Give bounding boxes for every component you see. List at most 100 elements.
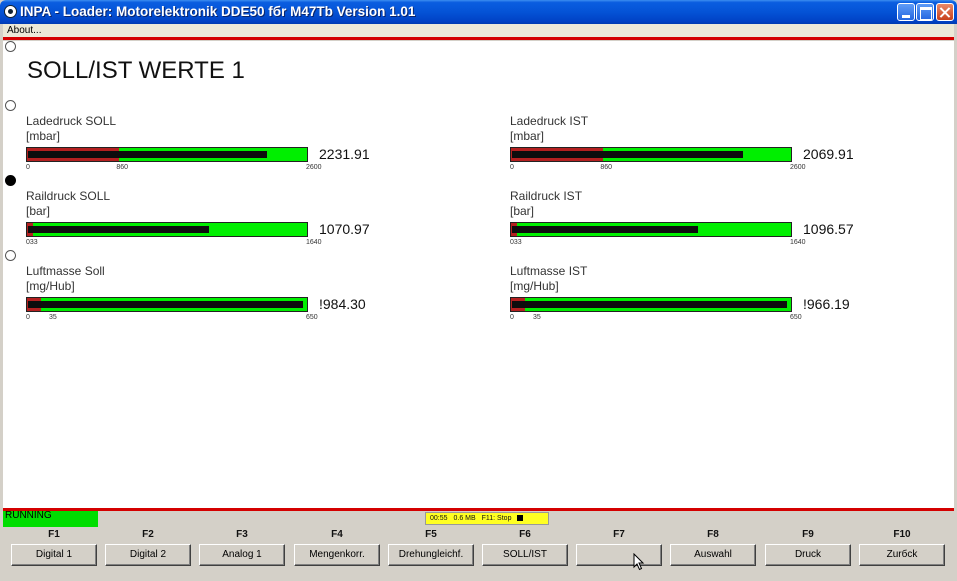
f3-button[interactable]: Analog 1 — [199, 544, 285, 566]
window-title: INPA - Loader: Motorelektronik DDE50 fбr… — [20, 4, 416, 19]
gauge-tick-max: 2600 — [306, 164, 322, 171]
title-bar: INPA - Loader: Motorelektronik DDE50 fбr… — [0, 0, 957, 24]
gauge-bar — [510, 222, 792, 237]
gauge-bar — [510, 147, 792, 162]
f10-button[interactable]: Zurбck — [859, 544, 945, 566]
gauge-fill — [512, 151, 743, 158]
gauge-value: 2069.91 — [803, 146, 854, 162]
gauge-value: 2231.91 — [319, 146, 370, 162]
gauge-fill — [28, 226, 209, 233]
f4-button[interactable]: Mengenkorr. — [294, 544, 380, 566]
fkey-f4: F4 Mengenkorr. — [294, 527, 380, 571]
screen-radio-4[interactable] — [5, 250, 16, 261]
gauge-tick-max: 650 — [790, 314, 802, 321]
f2-button[interactable]: Digital 2 — [105, 544, 191, 566]
fkey-label: F8 — [707, 529, 719, 540]
gauge-fill — [512, 301, 787, 308]
f5-button[interactable]: Drehungleichf. — [388, 544, 474, 566]
gauge-bar — [26, 147, 308, 162]
fkey-f2: F2 Digital 2 — [105, 527, 191, 571]
gauge-label: Ladedruck SOLL — [26, 114, 117, 128]
gauge-tick-mid: 35 — [533, 314, 541, 321]
gauge-tick-min: 033 — [26, 239, 38, 246]
fkey-f6: F6 SOLL/IST — [482, 527, 568, 571]
status-bar: RUNNING 00:55 0.6 MB F11: Stop — [3, 511, 954, 527]
gauge-tick-max: 1640 — [306, 239, 322, 246]
minimize-button[interactable] — [897, 3, 915, 21]
gauge-raildruck-soll: Raildruck SOLL [bar] 1070.97 033 1640 — [26, 189, 386, 251]
status-info-box: 00:55 0.6 MB F11: Stop — [425, 512, 549, 525]
gauge-tick-min: 0 — [26, 314, 30, 321]
gauge-fill — [28, 151, 267, 158]
f8-button[interactable]: Auswahl — [670, 544, 756, 566]
gauge-unit: [bar] — [510, 204, 535, 218]
gauge-value: 1070.97 — [319, 221, 370, 237]
gauge-label: Ladedruck IST — [510, 114, 589, 128]
gauge-tick-mid: 860 — [600, 164, 613, 171]
gauge-fill — [512, 226, 698, 233]
gauge-tick-min: 033 — [510, 239, 522, 246]
gauge-tick-mid: 860 — [116, 164, 129, 171]
fkey-f1: F1 Digital 1 — [11, 527, 97, 571]
function-key-bar: F1 Digital 1 F2 Digital 2 F3 Analog 1 F4 Mengen… — [3, 527, 954, 571]
screen-radio-3[interactable] — [5, 175, 16, 186]
top-divider — [3, 37, 954, 40]
fkey-label: F10 — [893, 529, 911, 540]
fkey-f10: F10 Zurбck — [859, 527, 945, 571]
main-panel: SOLL/IST WERTE 1 Ladedruck SOLL [mbar] 223… — [3, 41, 954, 508]
maximize-button[interactable] — [916, 3, 934, 21]
fkey-f7: F7 — [576, 527, 662, 571]
gauge-tick-max: 650 — [306, 314, 318, 321]
menu-bar: About... — [3, 24, 954, 38]
gauge-raildruck-ist: Raildruck IST [bar] 1096.57 033 1640 — [510, 189, 870, 251]
fkey-f8: F8 Auswahl — [670, 527, 756, 571]
gauge-unit: [mg/Hub] — [26, 279, 75, 293]
f7-button[interactable] — [576, 544, 662, 566]
screen-radio-2[interactable] — [5, 100, 16, 111]
fkey-f9: F9 Druck — [765, 527, 851, 571]
gauge-tick-min: 0 — [510, 314, 514, 321]
f1-button[interactable]: Digital 1 — [11, 544, 97, 566]
gauge-value: 1096.57 — [803, 221, 854, 237]
gauge-label: Raildruck IST — [510, 189, 583, 203]
menu-item-about[interactable]: About... — [7, 25, 41, 36]
status-stop-hint: F11: Stop — [481, 515, 512, 522]
gauge-label: Luftmasse IST — [510, 264, 588, 278]
gauge-label: Raildruck SOLL — [26, 189, 111, 203]
gauge-luftmasse-ist: Luftmasse IST [mg/Hub] !966.19 0 35 650 — [510, 264, 870, 326]
fkey-label: F5 — [425, 529, 437, 540]
status-memory: 0.6 MB — [453, 515, 476, 522]
fkey-label: F7 — [613, 529, 625, 540]
page-title: SOLL/IST WERTE 1 — [27, 57, 245, 84]
screen-radio-1[interactable] — [5, 41, 16, 52]
fkey-label: F9 — [802, 529, 814, 540]
gauge-unit: [bar] — [26, 204, 51, 218]
app-icon[interactable] — [4, 5, 17, 18]
gauge-label: Luftmasse Soll — [26, 264, 105, 278]
f6-button[interactable]: SOLL/IST — [482, 544, 568, 566]
gauge-value: !984.30 — [319, 296, 366, 312]
fkey-label: F1 — [48, 529, 60, 540]
gauge-tick-min: 0 — [510, 164, 514, 171]
gauge-bar — [26, 222, 308, 237]
fkey-label: F4 — [331, 529, 343, 540]
gauge-ladedruck-ist: Ladedruck IST [mbar] 2069.91 0 860 2600 — [510, 114, 870, 176]
mouse-cursor-icon — [633, 553, 645, 571]
gauge-tick-mid: 35 — [49, 314, 57, 321]
gauge-tick-min: 0 — [26, 164, 30, 171]
status-time: 00:55 — [430, 515, 448, 522]
f9-button[interactable]: Druck — [765, 544, 851, 566]
fkey-label: F3 — [236, 529, 248, 540]
gauge-bar — [26, 297, 308, 312]
fkey-label: F6 — [519, 529, 531, 540]
fkey-label: F2 — [142, 529, 154, 540]
gauge-fill — [28, 301, 303, 308]
gauge-luftmasse-soll: Luftmasse Soll [mg/Hub] !984.30 0 35 650 — [26, 264, 386, 326]
gauge-ladedruck-soll: Ladedruck SOLL [mbar] 2231.91 0 860 2600 — [26, 114, 386, 176]
stop-icon[interactable] — [517, 515, 524, 522]
gauge-unit: [mg/Hub] — [510, 279, 559, 293]
gauge-tick-max: 2600 — [790, 164, 806, 171]
fkey-f5: F5 Drehungleichf. — [388, 527, 474, 571]
gauge-unit: [mbar] — [510, 129, 545, 143]
close-button[interactable] — [936, 3, 954, 21]
